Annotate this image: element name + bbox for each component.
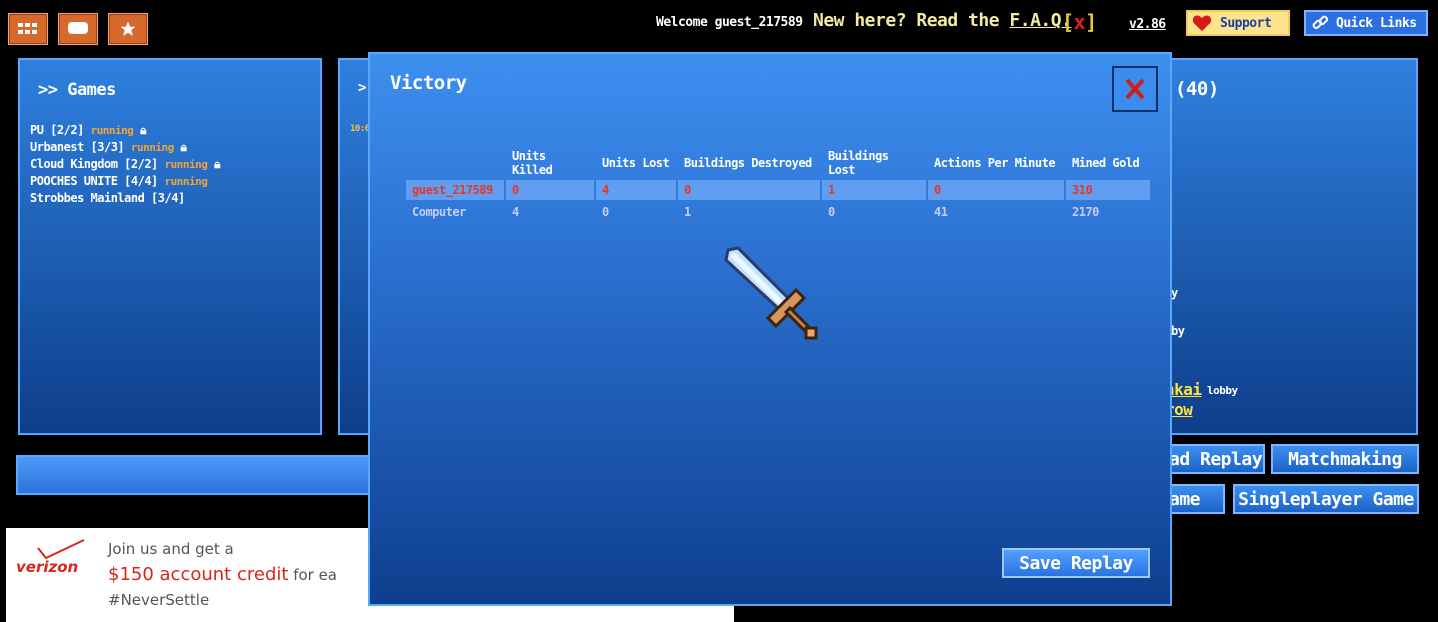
player-name: guest_217589 [406,180,504,200]
save-replay-button[interactable]: Save Replay [1002,548,1150,578]
player-fragment: by [1171,324,1185,338]
game-status: running [164,175,208,188]
matchmaking-button[interactable]: Matchmaking [1271,444,1419,474]
ad-logo: verizon [16,558,79,576]
ad-credit: $150 account credit [108,564,289,585]
game-item[interactable]: Cloud Kingdom [2/2] running 🔒︎ [30,156,220,173]
lock-icon: 🔒︎ [214,157,220,171]
stat-cell: 0 [602,205,609,219]
game-name: Strobbes Mainland [3/4] [30,191,185,205]
stats-header-row: Units Killed Units Lost Buildings Destro… [406,148,1150,178]
stat-cell: 1 [684,205,691,219]
create-game-button[interactable]: ame [1165,484,1225,514]
bracket-right: ] [1085,10,1097,34]
close-button[interactable] [1112,66,1158,112]
game-status: running [164,158,208,171]
star-icon [120,21,136,36]
chat-time: 10:0 [350,124,370,134]
game-name: POOCHES UNITE [4/4] [30,174,158,188]
lock-icon: 🔒︎ [180,140,187,154]
stat-cell: 4 [512,205,519,219]
heart-icon [1192,15,1212,32]
quick-links-label: Quick Links [1336,15,1417,31]
game-status: running [130,141,174,154]
victory-dialog: Victory Units Killed Units Lost Building… [368,52,1172,606]
singleplayer-button[interactable]: Singleplayer Game [1233,484,1419,514]
player-fragment: y [1171,286,1178,300]
player-fragment: lobby [1207,384,1238,397]
stat-cell: 310 [1066,180,1150,200]
version-link[interactable]: v2.86 [1129,17,1166,32]
close-icon: x [1073,10,1086,34]
sword-icon [724,246,818,340]
verizon-checkmark-icon [37,539,85,560]
lock-icon: 🔒︎ [140,123,147,137]
faq-notice: New here? Read the F.A.Q. [813,10,1072,31]
stat-cell: 0 [928,180,1064,200]
stats-table: Units Killed Units Lost Buildings Destro… [404,146,1152,224]
game-name: Cloud Kingdom [2/2] [30,157,158,171]
stat-cell: 0 [678,180,820,200]
stats-row-computer: Computer 4 0 1 0 41 2170 [406,202,1150,222]
stat-cell: 4 [596,180,676,200]
game-item[interactable]: POOCHES UNITE [4/4] running [30,173,220,190]
stat-cell: 41 [934,205,948,219]
column-header: Buildings Destroyed [684,156,812,170]
game-name: Urbanest [3/3] [30,140,125,154]
game-item[interactable]: PU [2/2] running 🔒︎ [30,122,220,139]
game-status: running [90,124,134,137]
stat-cell: 0 [828,205,835,219]
faq-dismiss-button[interactable]: [x] [1062,10,1097,34]
chat-icon [68,22,88,34]
favorites-button[interactable] [108,13,148,45]
menu-icon [18,23,37,34]
close-icon [1125,78,1145,100]
support-label: Support [1220,15,1272,31]
game-item[interactable]: Urbanest [3/3] running 🔒︎ [30,139,220,156]
column-header: Actions Per Minute [934,156,1056,170]
games-panel: >> Games PU [2/2] running 🔒︎ Urbanest [3… [18,58,322,435]
ad-hashtag: #NeverSettle [108,591,210,609]
game-name: PU [2/2] [30,123,84,137]
games-list: PU [2/2] running 🔒︎ Urbanest [3/3] runni… [30,122,220,207]
player-name: Computer [412,205,466,219]
players-title: (40) [1175,78,1219,100]
stat-cell: 0 [506,180,594,200]
chat-input[interactable] [16,455,376,495]
game-item[interactable]: Strobbes Mainland [3/4] [30,190,220,207]
ad-line2-rest: for ea [288,566,338,584]
stat-cell: 1 [822,180,926,200]
column-header: Units Lost [602,156,670,170]
link-icon [1312,15,1328,30]
quick-links-button[interactable]: Quick Links [1304,10,1428,36]
players-panel: (40) y by nkai lobby row [1165,58,1418,435]
support-button[interactable]: Support [1186,10,1290,36]
bracket-left: [ [1062,10,1074,34]
load-replay-button[interactable]: ad Replay [1165,444,1265,474]
menu-button[interactable] [8,13,48,45]
chat-button[interactable] [58,13,98,45]
ad-line2: $150 account credit for ea [108,564,337,585]
column-header: Buildings Lost [828,149,889,177]
games-title: >> Games [38,80,116,100]
ad-line1: Join us and get a [108,540,234,558]
faq-prefix: New here? Read the [813,10,1010,31]
stat-cell: 2170 [1072,205,1099,219]
column-player [406,148,504,178]
chat-title: > [358,80,366,96]
column-header: Units Killed [512,149,553,177]
dialog-title: Victory [390,72,467,94]
welcome-text: Welcome guest_217589 [656,15,803,30]
column-header: Mined Gold [1072,156,1140,170]
stats-row-player: guest_217589 0 4 0 1 0 310 [406,180,1150,200]
